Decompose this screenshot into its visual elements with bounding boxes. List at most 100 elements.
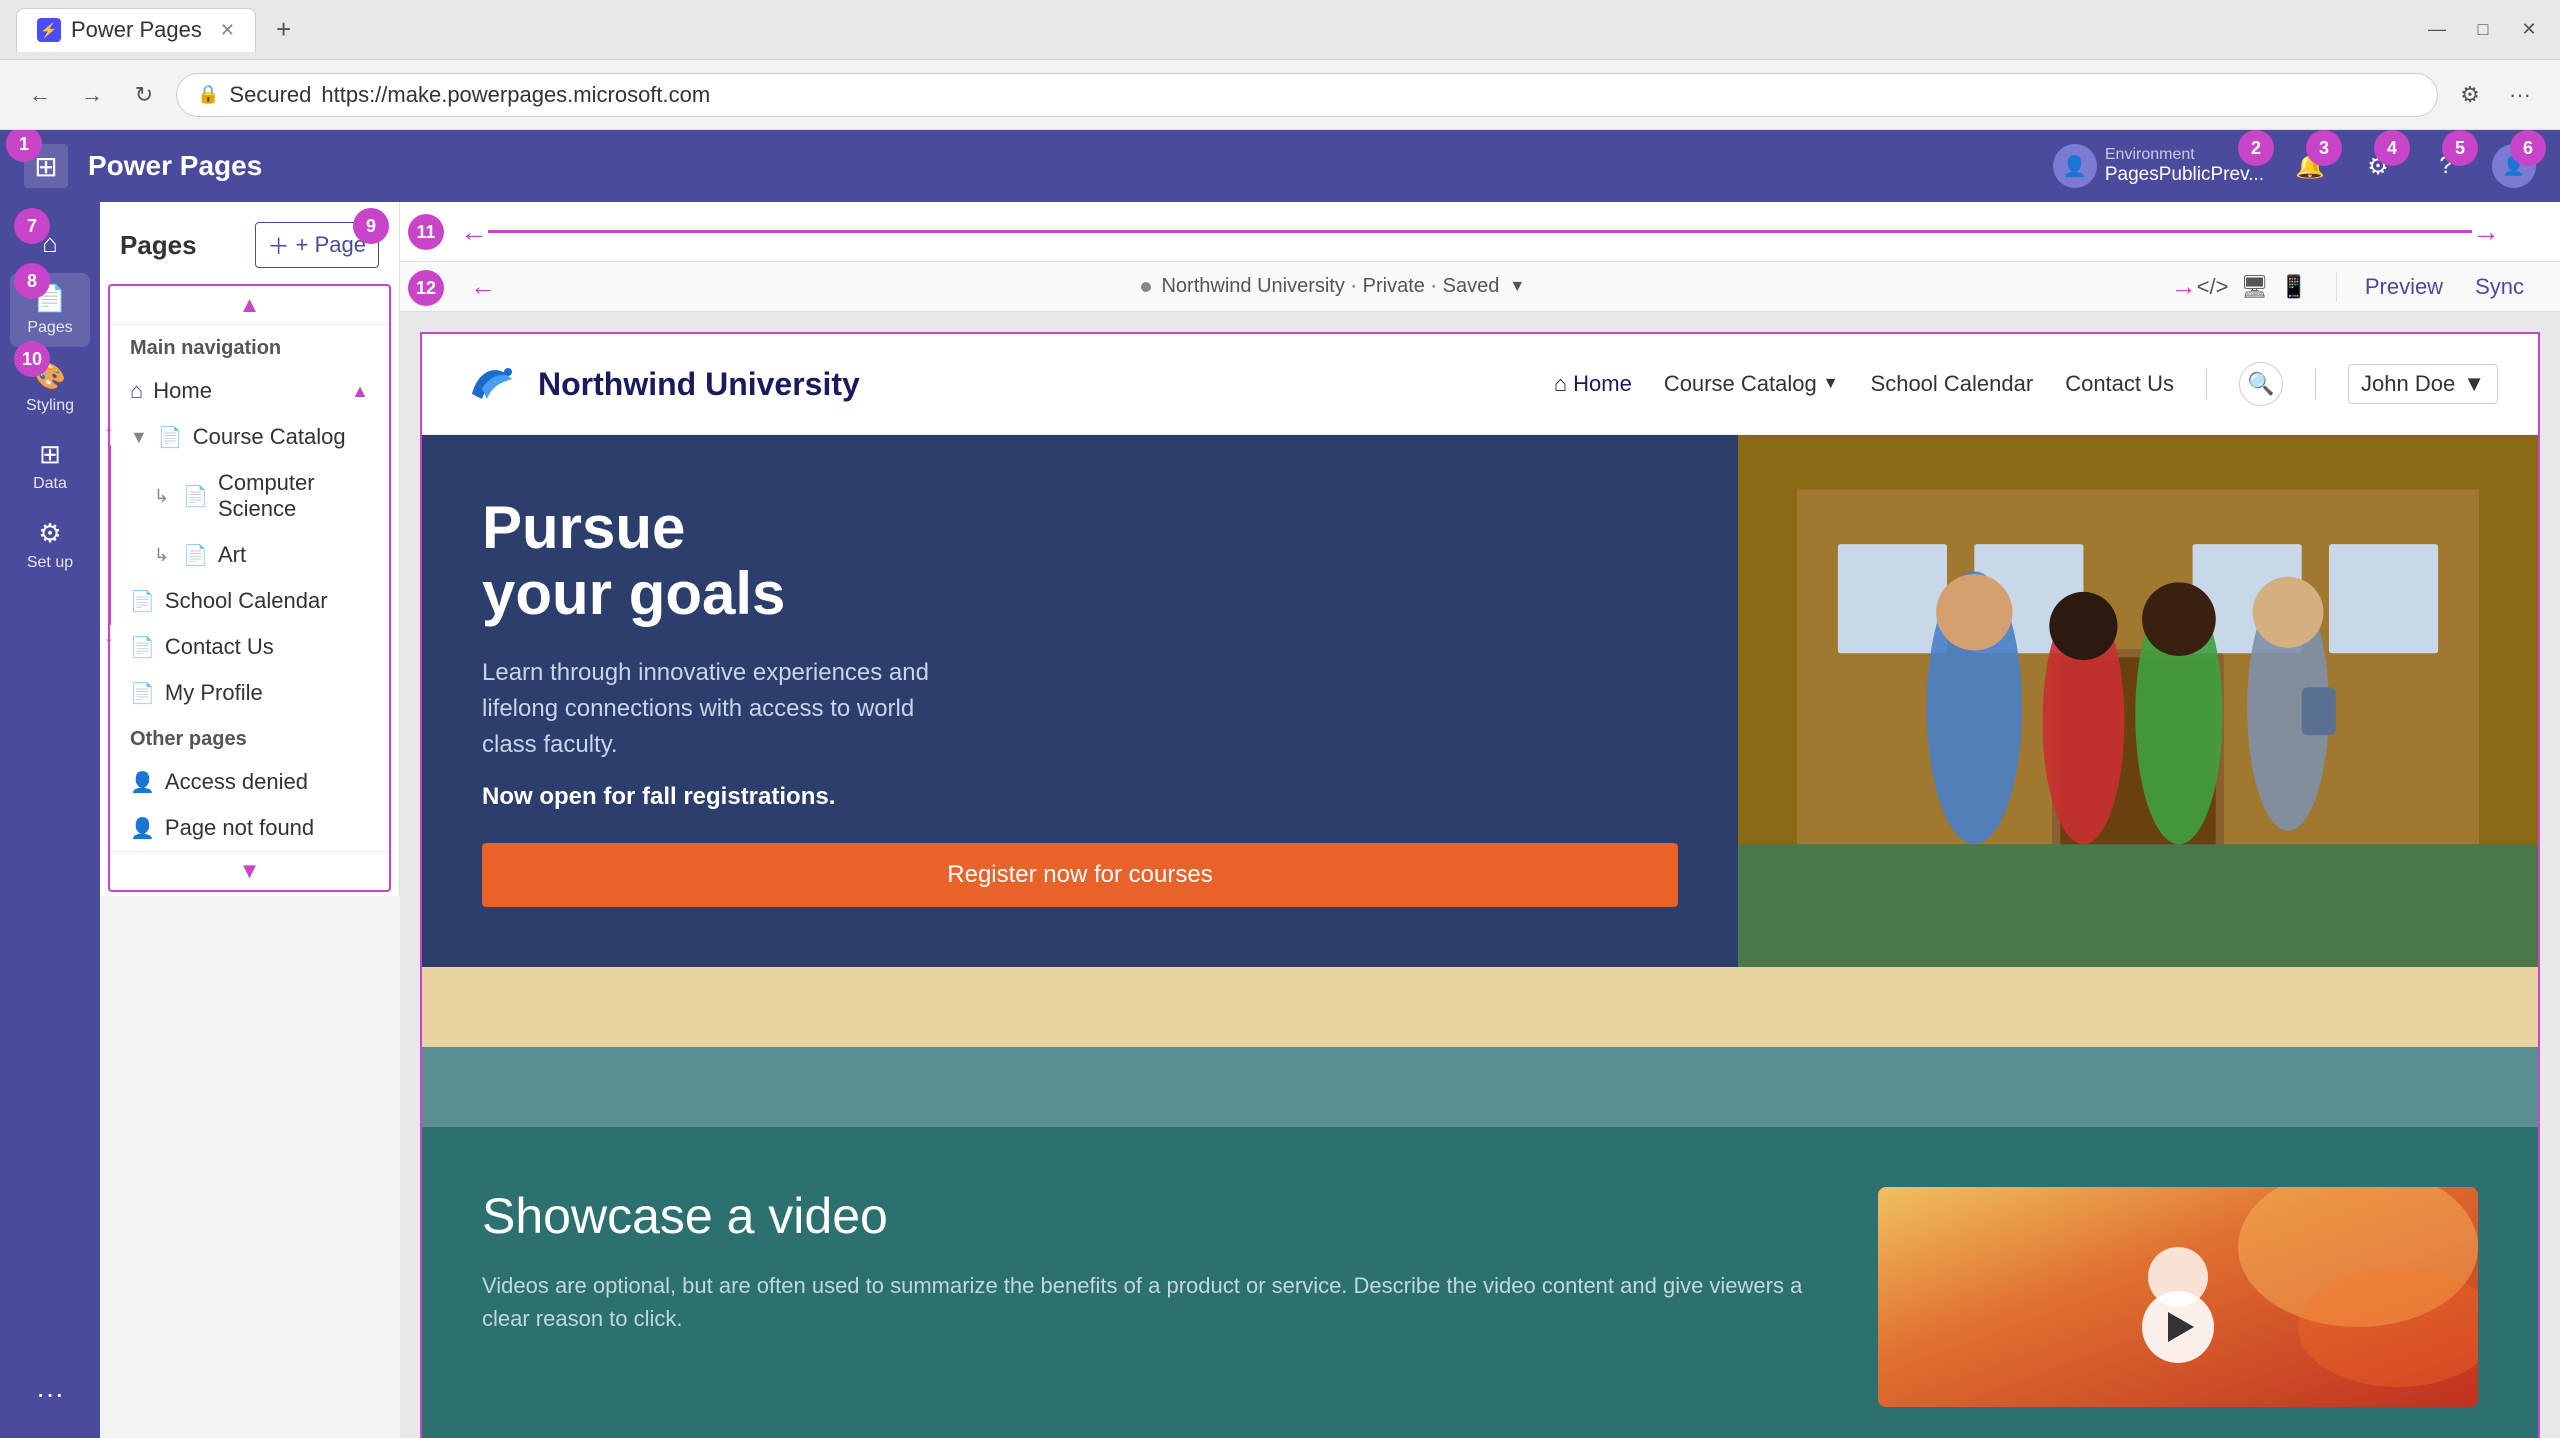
site-logo: Northwind University [462, 354, 860, 414]
calendar-label: School Calendar [165, 588, 328, 614]
environment-badge[interactable]: 👤 Environment PagesPublicPrev... [2053, 144, 2264, 188]
site-nav-school-calendar[interactable]: School Calendar [1871, 371, 2034, 397]
site-nav-contact[interactable]: Contact Us [2065, 371, 2174, 397]
art-page-icon: 📄 [183, 543, 208, 568]
site-indicator: Northwind University · Private · Saved ▼ [512, 275, 2155, 298]
environment-section: 2 👤 Environment PagesPublicPrev... [2053, 144, 2264, 188]
nav-item-contact-us[interactable]: 📄 Contact Us [122, 624, 377, 670]
site-dot [1141, 282, 1151, 292]
contact-page-icon: 📄 [130, 635, 155, 660]
nav-item-computer-science[interactable]: ↳ 📄 Computer Science [122, 460, 377, 532]
showcase-section: Showcase a video Videos are optional, bu… [422, 1127, 2538, 1438]
hero-image [1738, 435, 2538, 967]
toolbar-divider [2336, 272, 2337, 302]
nav-item-my-profile[interactable]: 📄 My Profile [122, 670, 377, 716]
nav-item-school-calendar[interactable]: 📄 School Calendar [122, 578, 377, 624]
site-nav-home[interactable]: ⌂ Home [1554, 371, 1632, 397]
rail-more-button[interactable]: ··· [24, 1366, 76, 1422]
badge-3: 3 [2306, 130, 2342, 166]
nav-item-home[interactable]: ⌂ Home ▲ [122, 368, 377, 414]
canvas-back-button[interactable]: ← [470, 271, 496, 302]
canvas-top-bar: 11 ← → [400, 202, 2560, 262]
extensions-button[interactable]: ⚙ [2450, 75, 2490, 115]
pages-panel-wrapper: Pages 9 ＋ + Page ▲ [100, 202, 400, 1438]
badge-2: 2 [2238, 130, 2274, 166]
canvas-second-bar: 12 ← Northwind University · Private · Sa… [400, 262, 2560, 312]
browser-tab[interactable]: ⚡ Power Pages ✕ [16, 8, 256, 52]
tab-close-button[interactable]: ✕ [220, 20, 235, 41]
main-nav-title: Main navigation [122, 325, 377, 368]
user-name-label: John Doe [2361, 371, 2455, 397]
notification-section: 3 🔔 [2288, 144, 2332, 188]
site-search-button[interactable]: 🔍 [2239, 362, 2283, 406]
nav-item-page-not-found[interactable]: 👤 Page not found [122, 805, 377, 851]
hero-title-line2: your goals [482, 560, 785, 627]
browser-menu-button[interactable]: ··· [2500, 75, 2540, 115]
canvas-nav-buttons: ← Northwind University · Private · Saved… [420, 271, 2197, 302]
new-tab-button[interactable]: + [268, 6, 299, 53]
page-not-found-icon: 👤 [130, 816, 155, 841]
catalog-dropdown-icon: ▼ [1823, 375, 1839, 393]
add-page-wrapper: 9 ＋ + Page [255, 222, 379, 268]
canvas-forward-button[interactable]: → [2171, 271, 2197, 302]
rail-data[interactable]: ⊞ Data [10, 429, 90, 503]
sync-button[interactable]: Sync [2459, 268, 2540, 306]
close-button[interactable]: ✕ [2514, 15, 2544, 45]
back-button[interactable]: ← [20, 75, 60, 115]
badge-9: 9 [353, 208, 389, 244]
minimize-button[interactable]: — [2422, 15, 2452, 45]
pages-panel: Pages 9 ＋ + Page ▲ [100, 202, 400, 896]
nav-item-access-denied[interactable]: 👤 Access denied [122, 759, 377, 805]
help-section: 5 ? [2424, 144, 2468, 188]
home-nav-label: Home [153, 378, 212, 404]
hero-register-button[interactable]: Register now for courses [482, 843, 1678, 907]
pages-panel-border: ▲ Main navigation ⌂ Home ▲ ▼ [108, 284, 391, 892]
data-rail-icon: ⊞ [39, 439, 61, 470]
page-not-found-label: Page not found [165, 815, 314, 841]
pages-rail-label: Pages [27, 318, 72, 337]
canvas-view-options: </> 🖥 📱 [2197, 274, 2324, 300]
editor-area: 7 ⌂ 8 📄 Pages 10 🎨 [0, 202, 2560, 1438]
refresh-button[interactable]: ↻ [124, 75, 164, 115]
mobile-view-button[interactable]: 📱 [2280, 274, 2307, 300]
nav-item-course-catalog[interactable]: ▼ 📄 Course Catalog [122, 414, 377, 460]
nav-calendar-label: School Calendar [1871, 371, 2034, 397]
browser-actions: ⚙ ··· [2450, 75, 2540, 115]
styling-rail-label: Styling [26, 396, 74, 415]
nav-item-art[interactable]: ↳ 📄 Art [122, 532, 377, 578]
hero-cta-text: Now open for fall registrations. [482, 783, 1678, 811]
preview-button[interactable]: Preview [2349, 268, 2459, 306]
setup-rail-icon: ⚙ [38, 518, 61, 549]
setup-rail-label: Set up [27, 553, 73, 572]
hero-section: Pursue your goals Learn through innovati… [422, 435, 2538, 967]
address-bar[interactable]: 🔒 Secured https://make.powerpages.micros… [176, 73, 2438, 117]
showcase-title: Showcase a video [482, 1187, 1838, 1245]
video-thumbnail [1878, 1187, 2478, 1407]
tab-favicon: ⚡ [37, 18, 61, 42]
cs-page-icon: 📄 [183, 484, 208, 509]
desktop-view-button[interactable]: 🖥 [2240, 274, 2268, 300]
site-indicator-text: Northwind University · Private · Saved [1161, 275, 1499, 298]
avatar-section: 6 👤 [2492, 144, 2536, 188]
site-indicator-chevron: ▼ [1509, 278, 1525, 296]
site-user-button[interactable]: John Doe ▼ [2348, 364, 2498, 404]
showcase-description: Videos are optional, but are often used … [482, 1269, 1838, 1335]
cs-indent-arrow: ↳ [154, 486, 169, 507]
code-view-button[interactable]: </> [2197, 274, 2229, 300]
tab-title: Power Pages [71, 17, 202, 43]
scroll-down-indicator: ▼ [110, 851, 389, 890]
profile-label: My Profile [165, 680, 263, 706]
rail-setup[interactable]: ⚙ Set up [10, 508, 90, 582]
forward-button[interactable]: → [72, 75, 112, 115]
main-navigation-section: Main navigation ⌂ Home ▲ ▼ 📄 [110, 325, 389, 716]
hero-title: Pursue your goals [482, 495, 1678, 627]
badge-4: 4 [2374, 130, 2410, 166]
app-container: 1 ⊞ Power Pages 2 👤 Environment PagesPub… [0, 130, 2560, 1438]
pages-panel-header: Pages 9 ＋ + Page [100, 202, 399, 280]
site-nav-course-catalog[interactable]: Course Catalog ▼ [1664, 371, 1839, 397]
env-icon: 👤 [2053, 144, 2097, 188]
window-controls: — □ ✕ [2422, 15, 2544, 45]
rail-home-wrapper: 7 ⌂ [10, 218, 90, 269]
other-pages-title: Other pages [122, 716, 377, 759]
maximize-button[interactable]: □ [2468, 15, 2498, 45]
